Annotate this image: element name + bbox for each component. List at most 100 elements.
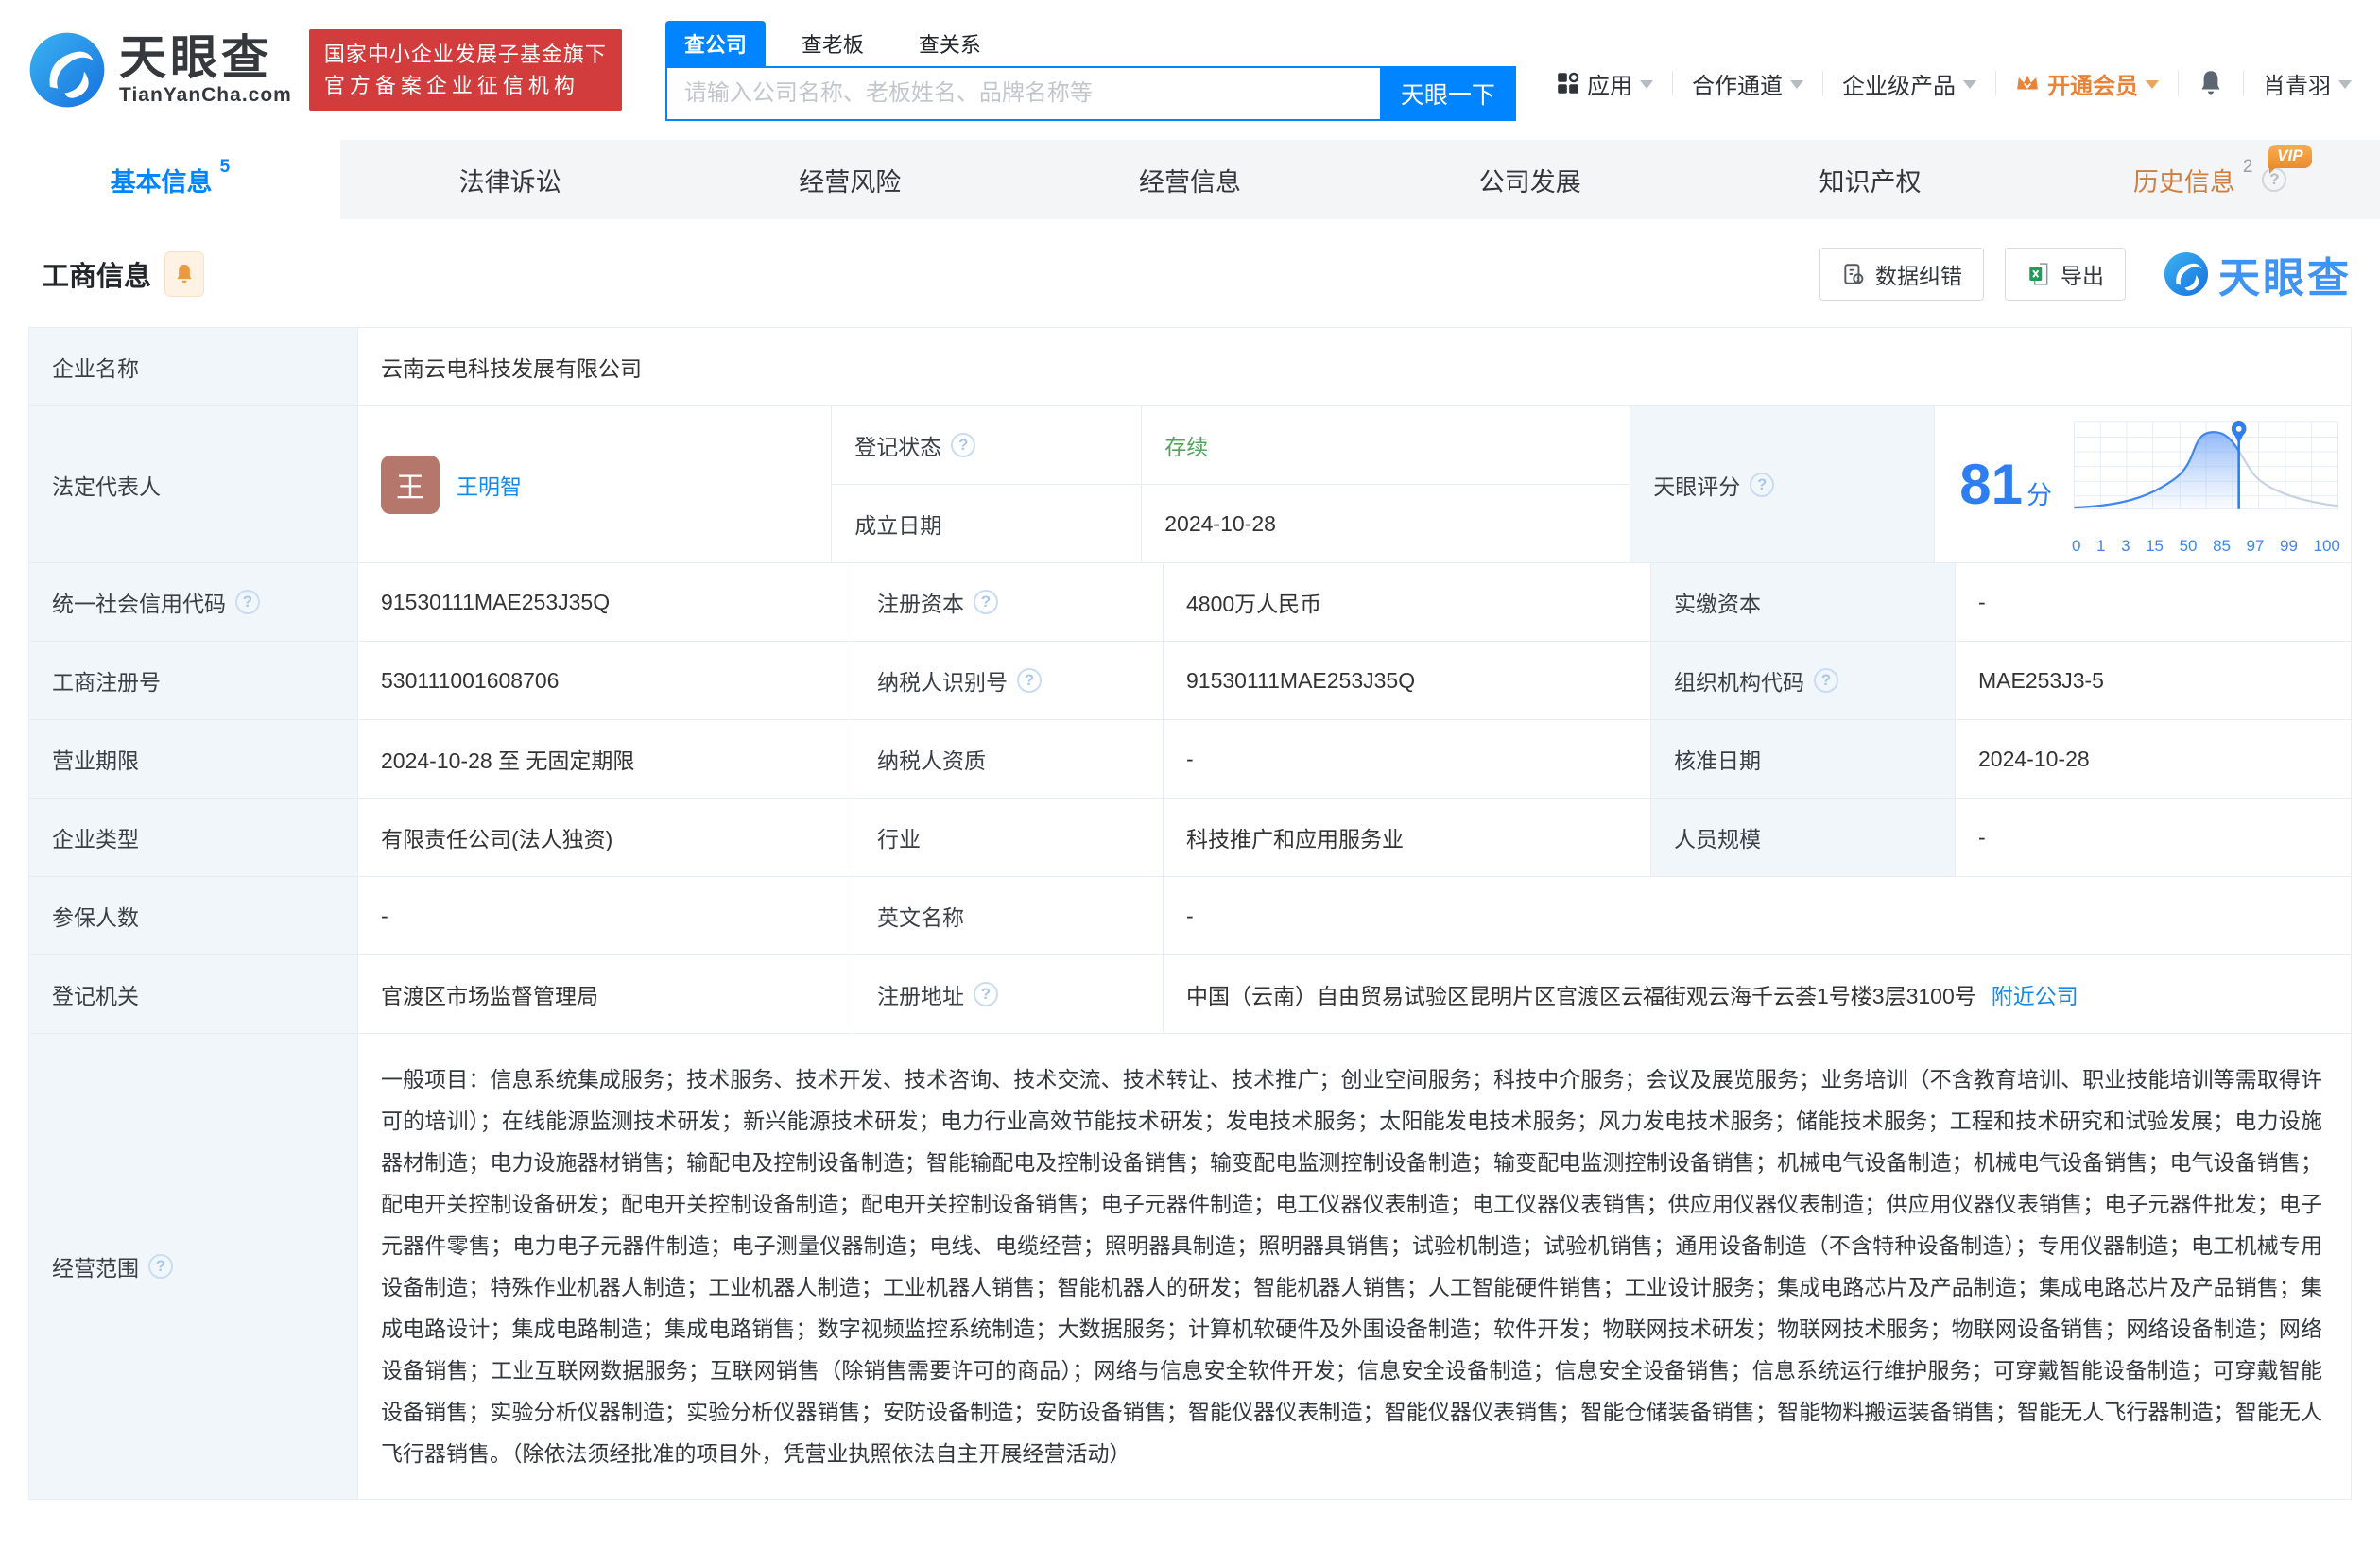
staff-size-label: 人员规模	[1650, 799, 1955, 876]
search-tab-boss[interactable]: 查老板	[783, 21, 883, 66]
legal-rep-link[interactable]: 王明智	[457, 469, 522, 501]
excel-icon	[2029, 263, 2048, 285]
score-axis-tick: 99	[2280, 537, 2298, 555]
nav-enterprise-products[interactable]: 企业级产品	[1842, 67, 1976, 100]
uscc-label: 统一社会信用代码 ?	[29, 563, 357, 641]
score-axis-tick: 0	[2072, 537, 2081, 555]
notifications-button[interactable]	[2198, 69, 2224, 97]
help-icon[interactable]: ?	[974, 590, 998, 614]
tab-legal-proceedings[interactable]: 法律诉讼	[340, 140, 681, 219]
taxpayer-quality-value: -	[1163, 720, 1650, 798]
help-icon[interactable]: ?	[1750, 472, 1775, 497]
score-distribution-chart: 0 1 3 15 50 85 97 99 100	[2071, 413, 2341, 556]
section-title: 工商信息	[42, 262, 152, 292]
data-correction-icon	[1844, 264, 1864, 284]
gov-certification-badge: 国家中小企业发展子基金旗下 官方备案企业征信机构	[308, 29, 622, 111]
user-menu[interactable]: 肖青羽	[2263, 67, 2352, 100]
nav-cooperation-label: 合作通道	[1692, 73, 1783, 99]
tab-history-info[interactable]: 历史信息 2 ? VIP	[2040, 140, 2380, 219]
status-date-stack: 登记状态 ? 存续 成立日期 2024-10-28	[831, 406, 1630, 562]
tab-company-development[interactable]: 公司发展	[1360, 140, 1700, 219]
business-term-value: 2024-10-28 至 无固定期限	[357, 720, 854, 798]
uscc-value: 91530111MAE253J35Q	[357, 563, 854, 641]
top-nav: 应用 合作通道 企业级产品 开通会员 肖青羽	[1557, 41, 2352, 100]
tab-label: 知识产权	[1819, 167, 1922, 197]
tab-operation-risk[interactable]: 经营风险	[680, 140, 1020, 219]
score-axis-tick: 15	[2146, 537, 2164, 555]
approval-date-label: 核准日期	[1650, 720, 1955, 798]
score-axis-tick: 1	[2096, 537, 2106, 555]
score-number: 81 分	[1959, 453, 2052, 516]
score-axis-tick: 85	[2213, 537, 2231, 555]
help-icon[interactable]: ?	[974, 982, 998, 1006]
export-label: 导出	[2061, 264, 2104, 288]
reg-number-value: 530111001608706	[357, 642, 854, 719]
logo-domain: TianYanCha.com	[119, 84, 292, 107]
legal-rep-label: 法定代表人	[29, 406, 357, 562]
nav-open-vip[interactable]: 开通会员	[2015, 67, 2159, 100]
nav-divider	[2243, 71, 2244, 95]
table-row: 统一社会信用代码 ? 91530111MAE253J35Q 注册资本 ? 480…	[29, 562, 2351, 641]
legal-rep-value: 王 王明智	[357, 406, 831, 562]
nav-divider	[1995, 71, 1996, 95]
taxpayer-id-label: 纳税人识别号 ?	[854, 642, 1163, 719]
company-name-value: 云南云电科技发展有限公司	[357, 328, 2351, 405]
help-icon[interactable]: ?	[1017, 668, 1042, 693]
crown-icon	[2017, 75, 2038, 90]
table-row: 法定代表人 王 王明智 登记状态 ? 存续 成立日期 2024-10-28 天眼…	[29, 405, 2351, 562]
legal-rep-avatar[interactable]: 王	[381, 455, 440, 514]
table-row: 经营范围 ? 一般项目：信息系统集成服务；技术服务、技术开发、技术咨询、技术交流…	[29, 1033, 2351, 1499]
help-icon[interactable]: ?	[148, 1254, 173, 1279]
help-icon[interactable]: ?	[235, 590, 260, 614]
top-header: 天眼查 TianYanCha.com 国家中小企业发展子基金旗下 官方备案企业征…	[0, 0, 2380, 140]
tab-label: 基本信息	[110, 167, 213, 197]
vip-badge: VIP	[2268, 145, 2312, 174]
data-correction-button[interactable]: 数据纠错	[1819, 248, 1984, 301]
tianyancha-logo[interactable]: 天眼查 TianYanCha.com	[28, 31, 292, 109]
tab-intellectual-property[interactable]: 知识产权	[1700, 140, 2041, 219]
table-row: 营业期限 2024-10-28 至 无固定期限 纳税人资质 - 核准日期 202…	[29, 719, 2351, 798]
reg-address-label: 注册地址 ?	[854, 955, 1163, 1033]
badge-line1: 国家中小企业发展子基金旗下	[323, 43, 607, 66]
taxpayer-id-value: 91530111MAE253J35Q	[1163, 642, 1650, 719]
bell-icon	[177, 264, 192, 284]
reg-authority-label: 登记机关	[29, 955, 357, 1033]
score-label: 天眼评分 ?	[1630, 406, 1935, 562]
status-badge: 存续	[1164, 435, 1209, 459]
main-content: 工商信息 数据纠错 导出 天眼查 企业名称 云南云电科技发展有限公司 法定代表人…	[0, 219, 2380, 1500]
score-axis-tick: 97	[2246, 537, 2265, 555]
search-area: 查公司 查老板 查关系 天眼一下	[664, 19, 1516, 121]
search-input[interactable]	[664, 66, 1380, 121]
export-button[interactable]: 导出	[2005, 248, 2126, 301]
nav-apps[interactable]: 应用	[1557, 67, 1653, 100]
search-tabs: 查公司 查老板 查关系	[664, 21, 1516, 66]
industry-value: 科技推广和应用服务业	[1163, 799, 1650, 876]
subscribe-bell-button[interactable]	[164, 251, 205, 297]
reg-status-value: 存续	[1141, 406, 1630, 484]
reg-number-label: 工商注册号	[29, 642, 357, 719]
tab-count: 2	[2242, 157, 2253, 177]
nearby-companies-link[interactable]: 附近公司	[1992, 978, 2078, 1010]
score-axis-tick: 3	[2121, 537, 2130, 555]
help-icon[interactable]: ?	[951, 433, 976, 457]
score-axis-tick: 50	[2179, 537, 2198, 555]
score-axis-ticks: 0 1 3 15 50 85 97 99 100	[2071, 537, 2341, 556]
search-button[interactable]: 天眼一下	[1379, 66, 1516, 121]
tab-operation-info[interactable]: 经营信息	[1020, 140, 1360, 219]
watermark-text: 天眼查	[2218, 255, 2352, 301]
tab-label: 经营风险	[799, 167, 902, 197]
search-tab-company[interactable]: 查公司	[664, 21, 766, 66]
reg-authority-value: 官渡区市场监督管理局	[357, 955, 854, 1033]
insured-count-label: 参保人数	[29, 877, 357, 954]
tab-basic-info[interactable]: 基本信息 5	[0, 140, 340, 219]
username: 肖青羽	[2263, 73, 2331, 99]
establish-date-label: 成立日期	[832, 485, 1142, 562]
section-header: 工商信息 数据纠错 导出 天眼查	[0, 219, 2380, 323]
nav-cooperation[interactable]: 合作通道	[1692, 67, 1803, 100]
staff-size-value: -	[1955, 799, 2351, 876]
chevron-down-icon	[1790, 80, 1803, 89]
search-tab-relation[interactable]: 查关系	[900, 21, 1000, 66]
tab-label: 公司发展	[1478, 167, 1581, 197]
table-row: 企业名称 云南云电科技发展有限公司	[29, 328, 2351, 405]
help-icon[interactable]: ?	[1814, 668, 1838, 693]
